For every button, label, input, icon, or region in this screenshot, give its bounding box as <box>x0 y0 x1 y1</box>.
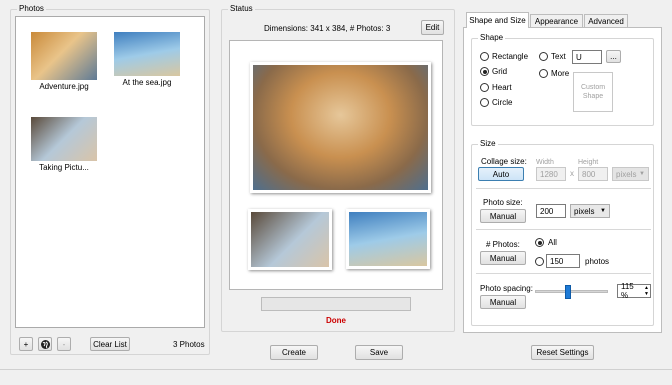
status-bar <box>0 369 672 370</box>
custom-shape-label: Custom Shape <box>580 84 606 100</box>
times-label: x <box>570 169 574 178</box>
add-from-web-button[interactable] <box>38 337 52 351</box>
collage-unit-value: pixels <box>616 169 637 179</box>
status-text: Done <box>326 316 346 325</box>
num-photos-input[interactable]: 150 <box>546 254 580 268</box>
collage-preview <box>229 40 443 290</box>
photo-size-label: Photo size: <box>483 198 523 207</box>
chevron-down-icon: ▼ <box>639 171 645 177</box>
photo-size-unit-select[interactable]: pixels ▼ <box>570 204 610 218</box>
tab-advanced[interactable]: Advanced <box>584 14 628 27</box>
collage-unit-select[interactable]: pixels ▼ <box>612 167 649 181</box>
shape-rectangle-label: Rectangle <box>492 52 529 61</box>
photos-panel: Photos Adventure.jpg At the sea.jpg Taki… <box>10 4 210 355</box>
shape-group-title: Shape <box>478 33 506 43</box>
shape-rectangle-radio[interactable] <box>480 52 489 61</box>
thumbnail-label: At the sea.jpg <box>122 78 172 87</box>
spacing-slider-thumb[interactable] <box>565 285 572 299</box>
num-photos-count-radio[interactable] <box>535 257 544 266</box>
create-button[interactable]: Create <box>270 345 318 360</box>
shape-grid-radio[interactable] <box>480 67 489 76</box>
collage-size-label: Collage size: <box>481 157 527 166</box>
thumbnail-label: Adventure.jpg <box>39 82 89 91</box>
status-panel: Status Dimensions: 341 x 384, # Photos: … <box>221 4 455 332</box>
shape-text-radio[interactable] <box>539 52 548 61</box>
collage-photo-image <box>253 65 428 190</box>
photo-spacing-manual-button[interactable]: Manual <box>480 295 526 309</box>
photo-count: 3 Photos <box>173 340 205 349</box>
edit-button[interactable]: Edit <box>421 20 444 35</box>
save-button[interactable]: Save <box>355 345 403 360</box>
photo-thumbnail-at-the-sea[interactable]: At the sea.jpg <box>111 32 183 87</box>
photo-thumbnail-adventure[interactable]: Adventure.jpg <box>28 32 100 91</box>
remove-photo-button[interactable]: - <box>57 337 71 351</box>
size-separator <box>476 229 651 230</box>
num-photos-all-label: All <box>548 238 557 247</box>
size-separator <box>476 273 651 274</box>
clear-list-button[interactable]: Clear List <box>90 337 130 351</box>
shape-group: Shape Rectangle Grid Heart Circle Text U… <box>471 33 654 126</box>
photo-thumbnail-taking-pictures[interactable]: Taking Pictu... <box>28 117 100 172</box>
collage-photo-taking-pictures <box>248 209 332 270</box>
shape-more-label: More <box>551 69 570 78</box>
spinner-icon[interactable]: ▲ ▼ <box>644 285 649 297</box>
shape-heart-radio[interactable] <box>480 83 489 92</box>
globe-icon <box>40 339 50 349</box>
shape-more-radio[interactable] <box>539 69 548 78</box>
add-photo-button[interactable]: + <box>19 337 33 351</box>
size-separator <box>476 188 651 189</box>
thumbnail-image <box>31 117 97 161</box>
settings-panel: Shape Rectangle Grid Heart Circle Text U… <box>463 27 662 333</box>
collage-height-input[interactable]: 800 <box>578 167 608 181</box>
thumbnail-image <box>31 32 97 80</box>
collage-photo-image <box>251 212 329 267</box>
shape-circle-radio[interactable] <box>480 98 489 107</box>
tab-shape-and-size[interactable]: Shape and Size <box>466 12 529 28</box>
collage-size-auto-button[interactable]: Auto <box>478 167 524 181</box>
photo-size-manual-button[interactable]: Manual <box>480 209 526 223</box>
photo-spacing-value: 115 % <box>621 282 634 300</box>
shape-circle-label: Circle <box>492 98 513 107</box>
collage-photo-adventure <box>250 62 431 193</box>
num-photos-manual-button[interactable]: Manual <box>480 251 526 265</box>
dimensions-text: Dimensions: 341 x 384, # Photos: 3 <box>264 24 391 33</box>
size-group: Size Collage size: Auto Width Height 128… <box>471 139 654 326</box>
reset-settings-button[interactable]: Reset Settings <box>531 345 594 360</box>
thumbnail-image <box>114 32 180 76</box>
num-photos-all-radio[interactable] <box>535 238 544 247</box>
collage-width-input[interactable]: 1280 <box>536 167 566 181</box>
thumbnail-label: Taking Pictu... <box>39 163 89 172</box>
custom-shape-preview[interactable]: Custom Shape <box>573 72 613 112</box>
photo-spacing-input[interactable]: 115 % ▲ ▼ <box>617 282 651 300</box>
collage-photo-at-the-sea <box>346 209 430 269</box>
tab-appearance[interactable]: Appearance <box>530 14 583 27</box>
shape-text-input[interactable]: U <box>572 50 602 64</box>
num-photos-label: # Photos: <box>486 240 520 249</box>
photos-suffix-label: photos <box>585 257 610 266</box>
shape-browse-button[interactable]: ... <box>606 50 621 63</box>
chevron-down-icon: ▼ <box>600 208 606 214</box>
photo-list[interactable]: Adventure.jpg At the sea.jpg Taking Pict… <box>15 16 205 328</box>
spacing-slider-track[interactable] <box>535 285 608 299</box>
size-group-title: Size <box>478 139 498 149</box>
photo-spacing-label: Photo spacing: <box>480 284 533 293</box>
shape-heart-label: Heart <box>492 83 512 92</box>
shape-text-label: Text <box>551 52 566 61</box>
collage-photo-image <box>349 212 427 266</box>
status-panel-title: Status <box>228 4 255 14</box>
shape-grid-label: Grid <box>492 67 508 76</box>
progress-bar <box>261 297 411 311</box>
photo-size-unit-value: pixels <box>574 206 595 216</box>
photos-panel-title: Photos <box>17 4 46 14</box>
photo-size-input[interactable]: 200 <box>536 204 566 218</box>
